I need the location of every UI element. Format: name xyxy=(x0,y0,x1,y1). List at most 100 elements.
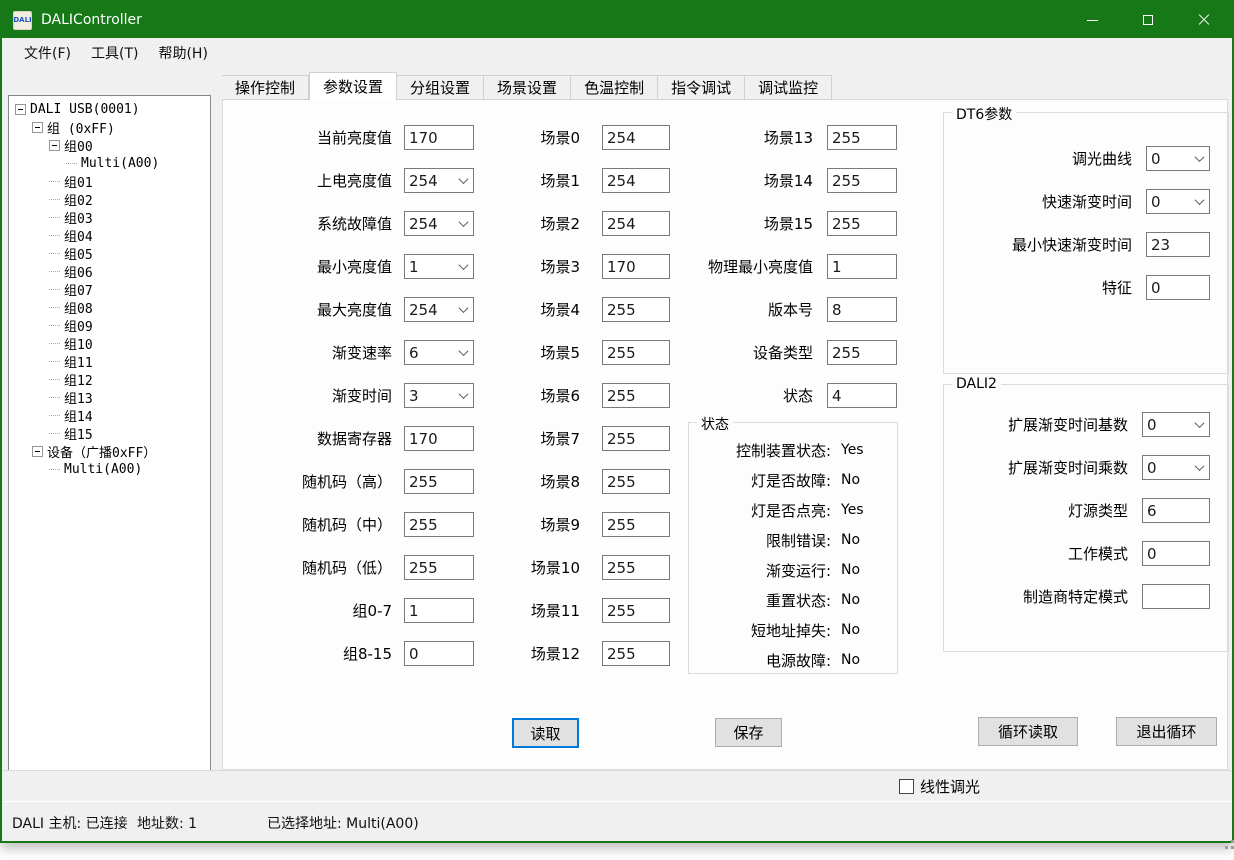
menu-item[interactable]: 工具(T) xyxy=(81,39,148,67)
status-label: 灯是否点亮: xyxy=(697,500,831,521)
param-combobox[interactable]: 1 xyxy=(404,254,474,279)
close-button[interactable] xyxy=(1176,2,1232,38)
param-input[interactable] xyxy=(827,125,897,150)
param-input[interactable] xyxy=(1146,232,1210,257)
param-input[interactable] xyxy=(404,512,474,537)
tab-label: 参数设置 xyxy=(323,76,383,97)
tab[interactable]: 分组设置 xyxy=(397,75,484,100)
minimize-button[interactable] xyxy=(1064,2,1120,38)
collapse-minus-icon[interactable] xyxy=(15,104,26,115)
tree-node[interactable]: 组01 xyxy=(43,172,210,190)
tree-node[interactable]: 组02 xyxy=(43,190,210,208)
checkbox-box-icon[interactable] xyxy=(899,779,914,794)
menu-item[interactable]: 帮助(H) xyxy=(148,39,217,67)
tree-node[interactable]: 设备（广播0xFF） xyxy=(26,442,210,460)
tree-node[interactable]: Multi(A00) xyxy=(60,154,210,172)
param-input[interactable] xyxy=(1142,584,1210,609)
param-input[interactable] xyxy=(827,383,897,408)
tree-node[interactable]: 组10 xyxy=(43,334,210,352)
tab[interactable]: 调试监控 xyxy=(745,75,832,100)
status-label: 电源故障: xyxy=(697,650,831,671)
scene-input[interactable] xyxy=(602,469,670,494)
param-input[interactable] xyxy=(827,168,897,193)
tab[interactable]: 场景设置 xyxy=(484,75,571,100)
param-input[interactable] xyxy=(404,598,474,623)
loop-read-button[interactable]: 循环读取 xyxy=(978,717,1078,746)
param-row: 随机码（中） xyxy=(242,503,474,546)
param-input[interactable] xyxy=(1146,275,1210,300)
collapse-minus-icon[interactable] xyxy=(49,140,60,151)
tree-node[interactable]: 组06 xyxy=(43,262,210,280)
tree-leaf-connector xyxy=(49,410,60,421)
tree-node[interactable]: 组 (0xFF) xyxy=(26,118,210,136)
tree-node[interactable]: 组08 xyxy=(43,298,210,316)
param-input[interactable] xyxy=(404,641,474,666)
tree-node[interactable]: 组03 xyxy=(43,208,210,226)
exit-loop-button[interactable]: 退出循环 xyxy=(1116,717,1217,746)
param-combobox[interactable]: 254 xyxy=(404,211,474,236)
scene-input[interactable] xyxy=(602,512,670,537)
param-combobox[interactable]: 0 xyxy=(1142,455,1210,480)
scene-row: 场景5 xyxy=(480,331,670,374)
tab[interactable]: 色温控制 xyxy=(571,75,658,100)
tree-node[interactable]: Multi(A00) xyxy=(43,460,210,478)
tree-node[interactable]: 组11 xyxy=(43,352,210,370)
tab[interactable]: 操作控制 xyxy=(222,75,309,100)
tree-node[interactable]: 组04 xyxy=(43,226,210,244)
param-input[interactable] xyxy=(404,469,474,494)
tree-node[interactable]: 组07 xyxy=(43,280,210,298)
tree-node[interactable]: 组14 xyxy=(43,406,210,424)
param-row: 场景15 xyxy=(657,202,897,245)
scene-input[interactable] xyxy=(602,426,670,451)
param-combobox[interactable]: 0 xyxy=(1146,146,1210,171)
param-combobox[interactable]: 0 xyxy=(1146,189,1210,214)
tree-leaf-connector xyxy=(49,374,60,385)
collapse-minus-icon[interactable] xyxy=(32,446,43,457)
save-button[interactable]: 保存 xyxy=(715,718,782,747)
param-label: 渐变时间 xyxy=(242,385,392,406)
param-combobox[interactable]: 254 xyxy=(404,297,474,322)
device-tree[interactable]: DALI USB(0001) 组 (0xFF) 组00 Multi(A00) xyxy=(8,95,211,773)
param-input[interactable] xyxy=(827,340,897,365)
param-input[interactable] xyxy=(827,254,897,279)
tree-node[interactable]: 组09 xyxy=(43,316,210,334)
tree-node-label: 组05 xyxy=(64,244,93,263)
linear-dimming-checkbox[interactable]: 线性调光 xyxy=(899,776,980,797)
param-input[interactable] xyxy=(404,125,474,150)
tree-node[interactable]: 组12 xyxy=(43,370,210,388)
tree-node[interactable]: 组05 xyxy=(43,244,210,262)
scene-input[interactable] xyxy=(602,641,670,666)
resize-grip[interactable] xyxy=(1225,834,1228,837)
tree-node[interactable]: 组15 xyxy=(43,424,210,442)
tree-node[interactable]: DALI USB(0001) xyxy=(9,100,210,118)
tab-label: 色温控制 xyxy=(584,77,644,98)
param-combobox[interactable]: 0 xyxy=(1142,412,1210,437)
tree-node[interactable]: 组00 xyxy=(43,136,210,154)
scene-row: 场景10 xyxy=(480,546,670,589)
param-input[interactable] xyxy=(1142,541,1210,566)
param-input[interactable] xyxy=(1142,498,1210,523)
param-label: 场景15 xyxy=(657,213,813,234)
tree-node[interactable]: 组13 xyxy=(43,388,210,406)
param-label: 场景13 xyxy=(657,127,813,148)
maximize-button[interactable] xyxy=(1120,2,1176,38)
param-input[interactable] xyxy=(827,297,897,322)
scene-input[interactable] xyxy=(602,555,670,580)
tree-leaf-connector xyxy=(49,284,60,295)
param-row: 设备类型 xyxy=(657,331,897,374)
read-button[interactable]: 读取 xyxy=(512,718,579,748)
param-input[interactable] xyxy=(404,426,474,451)
scene-label: 场景0 xyxy=(480,127,580,148)
param-input[interactable] xyxy=(404,555,474,580)
param-combobox[interactable]: 3 xyxy=(404,383,474,408)
menu-item[interactable]: 文件(F) xyxy=(14,39,81,67)
collapse-minus-icon[interactable] xyxy=(32,122,43,133)
scene-input[interactable] xyxy=(602,598,670,623)
status-label: 控制装置状态: xyxy=(697,440,831,461)
param-combobox[interactable]: 254 xyxy=(404,168,474,193)
tab[interactable]: 参数设置 xyxy=(309,72,397,100)
scene-row: 场景1 xyxy=(480,159,670,202)
param-input[interactable] xyxy=(827,211,897,236)
tab[interactable]: 指令调试 xyxy=(658,75,745,100)
param-combobox[interactable]: 6 xyxy=(404,340,474,365)
